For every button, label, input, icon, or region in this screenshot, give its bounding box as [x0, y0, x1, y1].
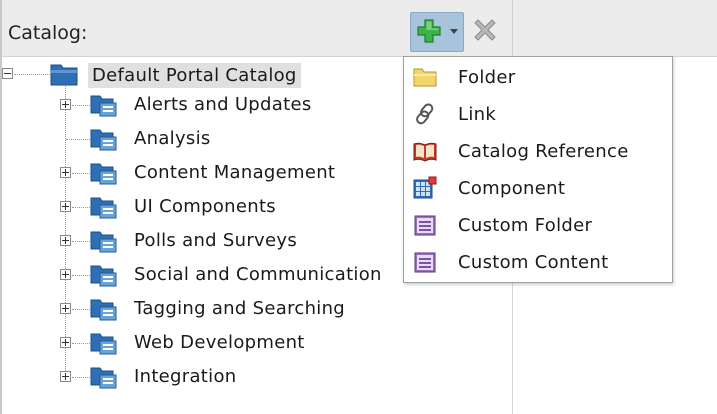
menu-item-custom-content[interactable]: Custom Content [404, 245, 672, 279]
menu-item-component[interactable]: Component [404, 171, 672, 205]
grid-component-icon [413, 176, 437, 200]
tree-node-label[interactable]: Analysis [134, 128, 211, 149]
tree-connector [72, 309, 90, 310]
expand-node-icon[interactable] [60, 371, 71, 382]
green-plus-icon [417, 19, 441, 43]
header-separator [512, 0, 513, 56]
tree-trunk [65, 86, 66, 379]
tree-connector [14, 74, 50, 75]
yellow-folder-icon [413, 65, 437, 89]
webdev-folder-icon [90, 333, 117, 355]
tree-node-label[interactable]: Content Management [134, 162, 335, 183]
expand-node-icon[interactable] [60, 167, 71, 178]
catalog-panel: Catalog: Default Portal Catalog Alerts a… [0, 0, 717, 414]
menu-item-label: Custom Content [458, 252, 609, 273]
menu-item-label: Folder [458, 67, 516, 88]
caret-down-icon[interactable] [450, 29, 458, 34]
gray-x-icon [474, 19, 496, 41]
collapse-root-icon[interactable] [2, 68, 13, 79]
menu-item-folder[interactable]: Folder [404, 60, 672, 94]
tree-connector [72, 241, 90, 242]
purple-folder-icon [413, 213, 437, 237]
analysis-folder-icon [90, 129, 117, 151]
add-menu: Folder Link Catalog Reference Component … [403, 56, 673, 283]
expand-node-icon[interactable] [60, 99, 71, 110]
expand-node-icon[interactable] [60, 337, 71, 348]
tree-node-label[interactable]: Alerts and Updates [134, 94, 312, 115]
tree-node-label[interactable]: Tagging and Searching [134, 298, 345, 319]
book-icon [413, 139, 437, 163]
integration-folder-icon [90, 367, 117, 389]
expand-node-icon[interactable] [60, 303, 71, 314]
delete-button[interactable] [468, 14, 502, 48]
menu-item-catalog-reference[interactable]: Catalog Reference [404, 134, 672, 168]
polls-folder-icon [90, 231, 117, 253]
tree-connector [72, 207, 90, 208]
social-folder-icon [90, 265, 117, 287]
content-folder-icon [90, 163, 117, 185]
tagging-folder-icon [90, 299, 117, 321]
menu-item-label: Custom Folder [458, 215, 593, 236]
catalog-label: Catalog: [8, 22, 88, 44]
catalog-header: Catalog: [2, 0, 717, 57]
ui-folder-icon [90, 197, 117, 219]
tree-node-label[interactable]: Web Development [134, 332, 305, 353]
tree-connector [72, 173, 90, 174]
menu-item-label: Catalog Reference [458, 141, 629, 162]
tree-connector [66, 139, 90, 140]
expand-node-icon[interactable] [60, 201, 71, 212]
tree-connector [72, 275, 90, 276]
expand-node-icon[interactable] [60, 269, 71, 280]
tree-node-label[interactable]: Integration [134, 366, 237, 387]
tree-connector [72, 377, 90, 378]
chain-link-icon [413, 102, 437, 126]
purple-content-icon [413, 250, 437, 274]
menu-item-label: Component [458, 178, 566, 199]
tree-connector [72, 343, 90, 344]
tree-node-label[interactable]: Social and Communication [134, 264, 382, 285]
menu-item-link[interactable]: Link [404, 97, 672, 131]
add-dropdown-button[interactable] [410, 12, 464, 52]
expand-node-icon[interactable] [60, 235, 71, 246]
tree-root-label[interactable]: Default Portal Catalog [88, 63, 301, 88]
menu-item-label: Link [458, 104, 497, 125]
alerts-folder-icon [90, 95, 117, 117]
tree-connector [72, 105, 90, 106]
tree-node-label[interactable]: UI Components [134, 196, 276, 217]
menu-item-custom-folder[interactable]: Custom Folder [404, 208, 672, 242]
folder-blue-icon [50, 64, 78, 86]
tree-node-label[interactable]: Polls and Surveys [134, 230, 297, 251]
